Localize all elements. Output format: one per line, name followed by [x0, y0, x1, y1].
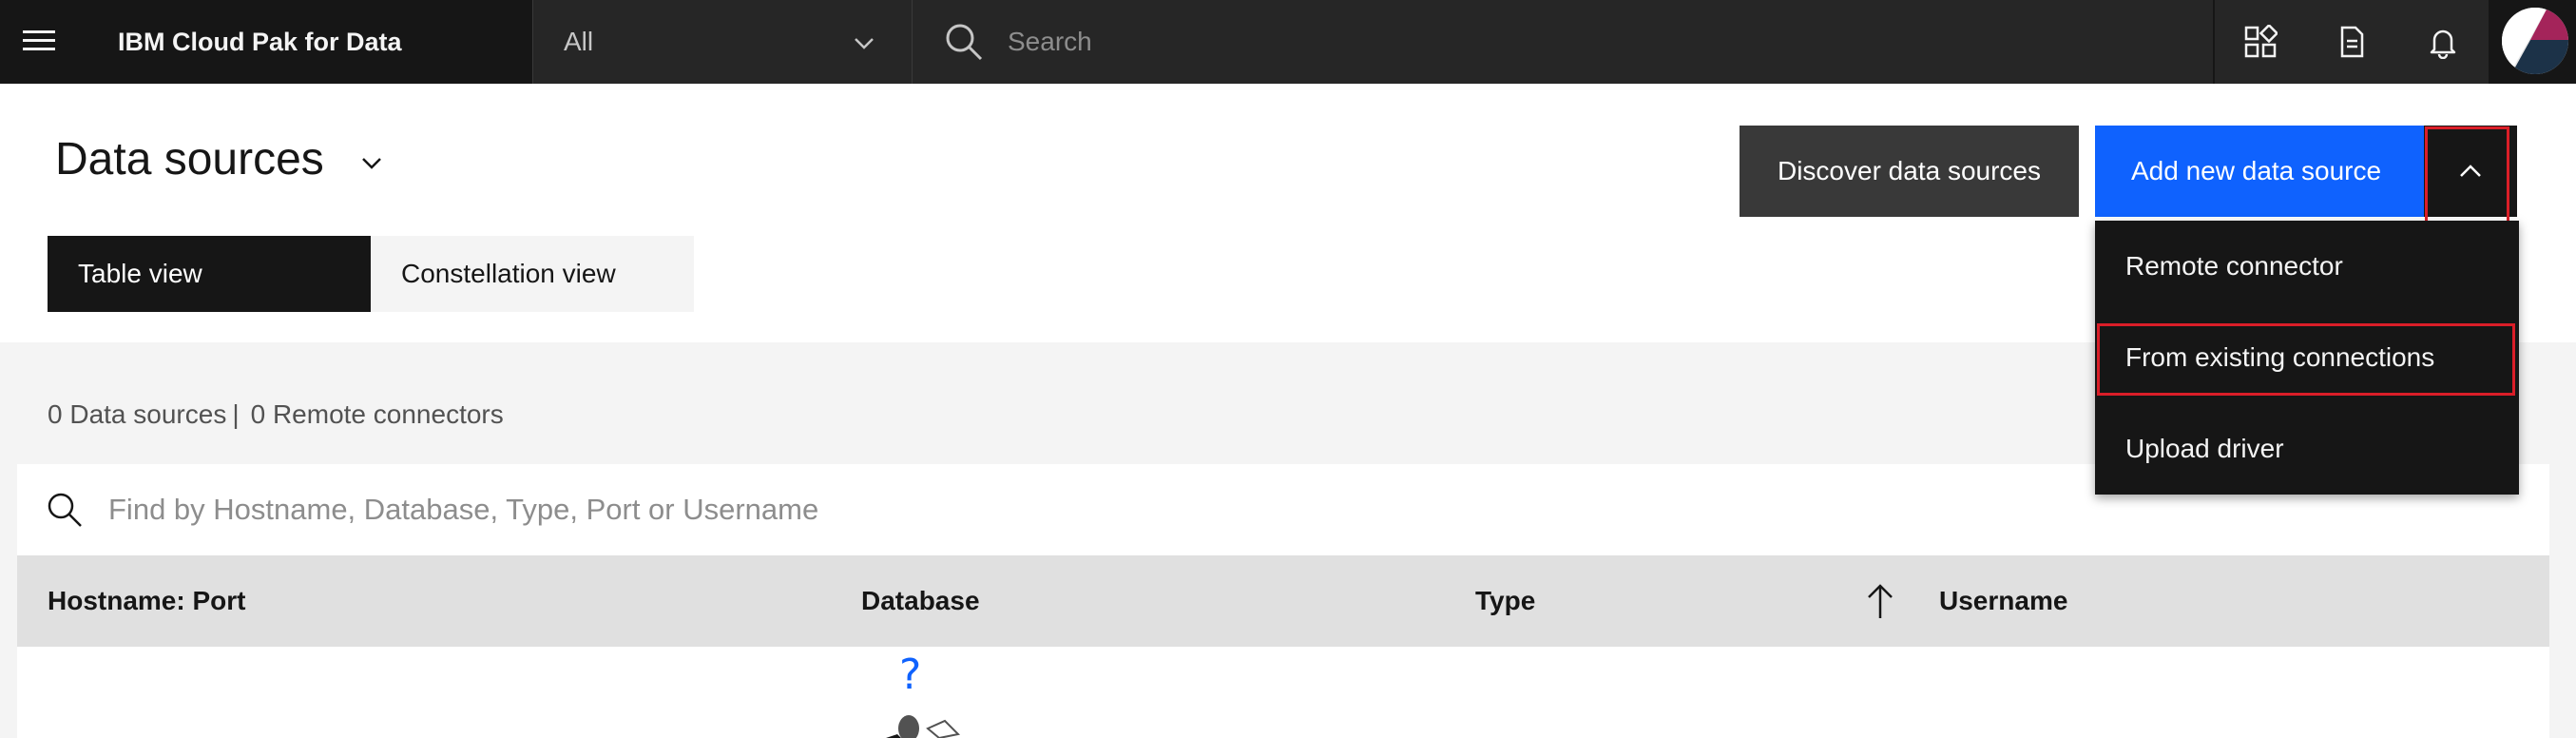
chevron-up-icon [2460, 165, 2481, 177]
user-avatar[interactable] [2502, 8, 2568, 74]
document-icon [2340, 26, 2364, 58]
app-switcher-icon [2244, 25, 2278, 58]
add-options-toggle-button[interactable] [2424, 126, 2517, 217]
column-hostname-port[interactable]: Hostname: Port [48, 555, 245, 647]
menu-bars [23, 29, 55, 51]
table-header: Hostname: Port Database Type Username [17, 555, 2549, 647]
top-header: IBM Cloud Pak for Data All Search [0, 0, 2576, 84]
column-database[interactable]: Database [861, 555, 980, 647]
filter-input[interactable]: Find by Hostname, Database, Type, Port o… [108, 464, 818, 555]
discover-data-sources-button[interactable]: Discover data sources [1740, 126, 2079, 217]
notifications-button[interactable] [2397, 0, 2489, 84]
empty-state: ? [17, 647, 2549, 738]
table-view-button[interactable]: Table view [48, 236, 371, 312]
search-icon [48, 493, 82, 527]
menu-item-from-existing-connections[interactable]: From existing connections [2095, 312, 2519, 403]
empty-state-illustration: ? [886, 651, 961, 738]
chevron-down-icon [361, 157, 381, 169]
documentation-button[interactable] [2306, 0, 2397, 84]
data-sources-count: 0 Data sources [48, 399, 227, 429]
avatar-icon [2502, 8, 2568, 74]
chevron-down-icon [855, 38, 874, 49]
add-options-menu: Remote connector From existing connectio… [2095, 221, 2519, 495]
search-input[interactable]: Search [1008, 0, 1092, 84]
hamburger-menu-icon[interactable] [0, 0, 78, 84]
page-title: Data sources [55, 134, 324, 184]
notification-icon [2430, 29, 2456, 59]
column-type[interactable]: Type [1475, 555, 1535, 647]
global-search[interactable]: Search [913, 0, 2213, 84]
menu-item-upload-driver[interactable]: Upload driver [2095, 403, 2519, 495]
column-username[interactable]: Username [1939, 555, 2067, 647]
menu-item-remote-connector[interactable]: Remote connector [2095, 221, 2519, 312]
scope-dropdown[interactable]: All [532, 0, 913, 84]
constellation-view-button[interactable]: Constellation view [371, 236, 694, 312]
search-icon [946, 24, 983, 61]
summary-separator: | [232, 399, 240, 429]
view-switcher: Table view Constellation view [48, 236, 694, 312]
remote-connectors-count: 0 Remote connectors [250, 399, 504, 429]
add-new-data-source-button[interactable]: Add new data source [2095, 126, 2424, 217]
question-mark-glyph: ? [899, 651, 921, 699]
page-title-switcher[interactable]: Data sources [55, 133, 383, 185]
summary-counts: 0 Data sources | 0 Remote connectors [48, 399, 504, 430]
sort-ascending-icon[interactable] [1863, 582, 1897, 620]
app-switcher-button[interactable] [2215, 0, 2306, 84]
scope-value: All [564, 27, 594, 56]
product-name[interactable]: IBM Cloud Pak for Data [118, 0, 402, 84]
